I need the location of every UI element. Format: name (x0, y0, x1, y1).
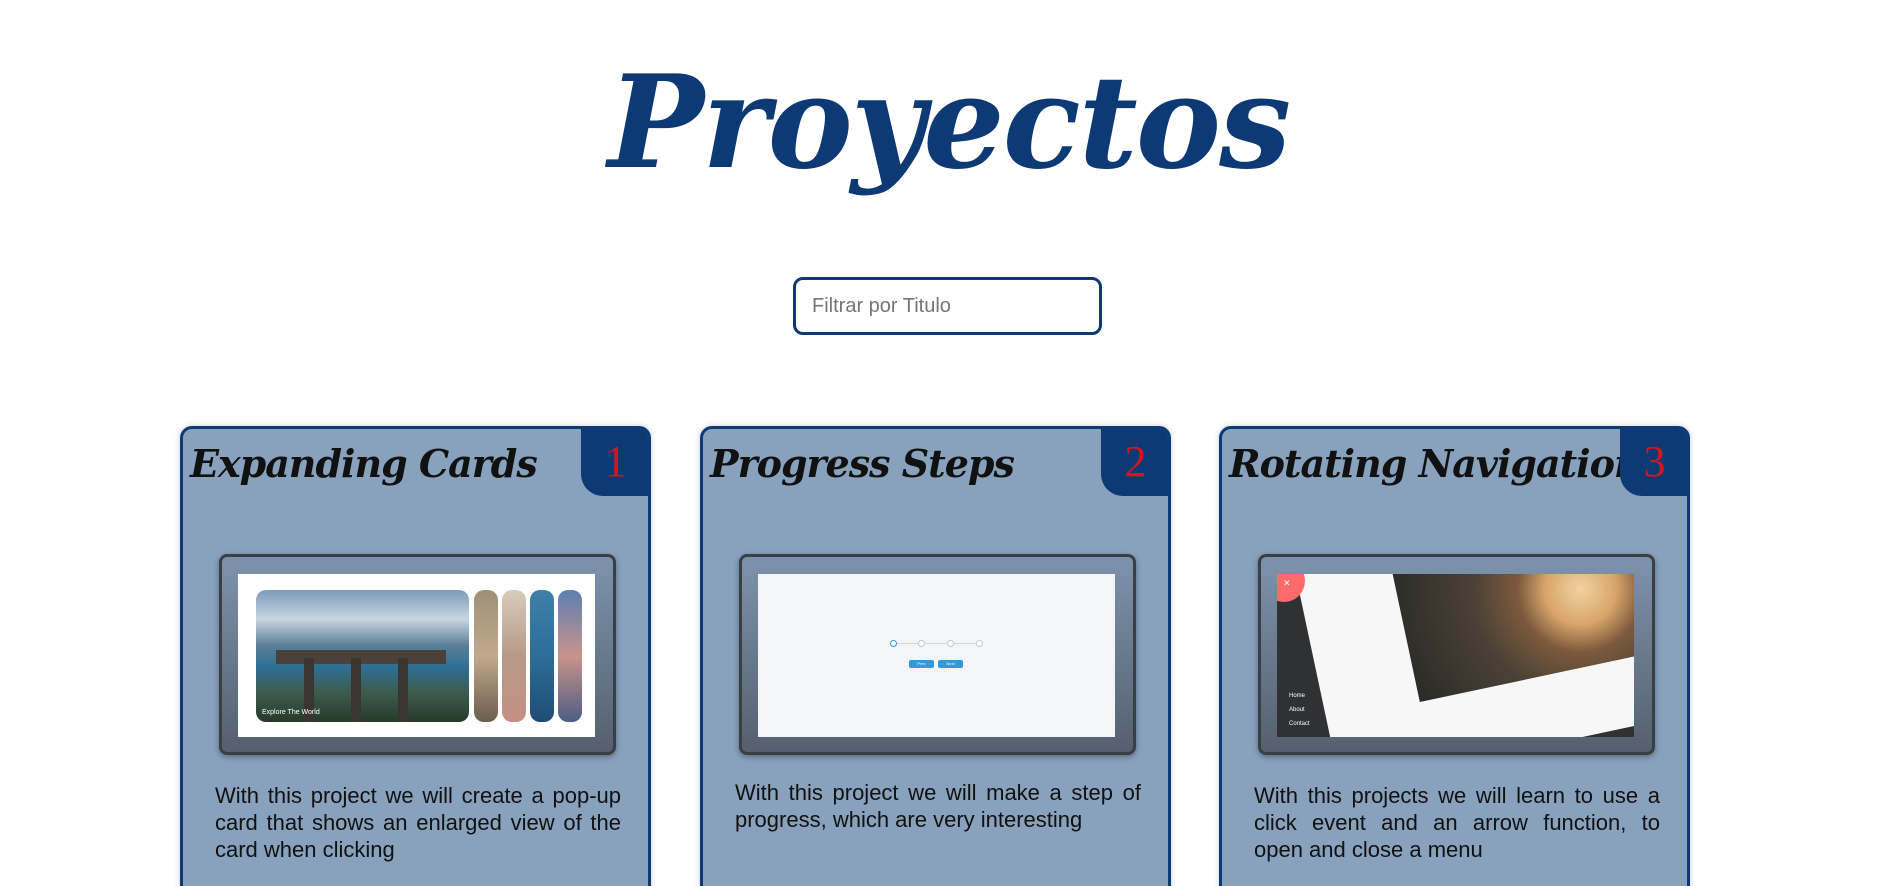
card-description: With this project we will make a step of… (735, 780, 1141, 832)
title-filter-input[interactable] (793, 277, 1102, 335)
bridge-deck (276, 650, 446, 664)
project-preview-frame[interactable]: Prev Next (739, 554, 1136, 755)
bridge-pier (351, 658, 361, 722)
project-preview-frame[interactable]: ✕ Home About Contact (1258, 554, 1655, 755)
menu-item-about: About (1289, 707, 1305, 713)
card-description: With this project we will create a pop-u… (215, 783, 621, 862)
preview-panel (530, 590, 554, 722)
prev-button: Prev (909, 660, 934, 668)
card-number-badge: 1 (581, 429, 648, 496)
preview-panel (502, 590, 526, 722)
card-description: With this projects we will learn to use … (1254, 783, 1660, 862)
project-preview-image: Prev Next (758, 574, 1115, 737)
progress-step-dot (947, 640, 954, 647)
preview-panel (474, 590, 498, 722)
card-number-badge: 2 (1101, 429, 1168, 496)
project-preview-image: Explore The World (238, 574, 595, 737)
menu-item-home: Home (1289, 693, 1306, 699)
close-icon: ✕ (1283, 578, 1291, 588)
preview-panel (558, 590, 582, 722)
project-preview-image: ✕ Home About Contact (1277, 574, 1634, 737)
project-card-progress-steps[interactable]: Progress Steps 2 Prev Next With this pro… (700, 426, 1171, 886)
bridge-pier (398, 658, 408, 722)
puppy-photo (1390, 574, 1634, 703)
progress-line (894, 643, 982, 644)
progress-step-dot (918, 640, 925, 647)
card-title: Rotating Navigation (1229, 441, 1642, 486)
next-button: Next (938, 660, 963, 668)
card-title: Progress Steps (710, 441, 1015, 486)
project-card-expanding-cards[interactable]: Expanding Cards 1 Explore The World With… (180, 426, 651, 886)
menu-item-contact: Contact (1289, 721, 1310, 727)
preview-panel-bridge: Explore The World (256, 590, 469, 722)
project-preview-frame[interactable]: Explore The World (219, 554, 616, 755)
preview-caption: Explore The World (262, 709, 320, 716)
card-number-badge: 3 (1620, 429, 1687, 496)
project-card-rotating-navigation[interactable]: Rotating Navigation 3 ✕ Home About Conta… (1219, 426, 1690, 886)
progress-step-dot (890, 640, 897, 647)
progress-step-dot (976, 640, 983, 647)
rotated-page (1287, 574, 1634, 737)
card-title: Expanding Cards (190, 441, 538, 486)
projects-page: Proyectos Expanding Cards 1 Explore The … (0, 0, 1897, 886)
page-title: Proyectos (607, 48, 1291, 198)
